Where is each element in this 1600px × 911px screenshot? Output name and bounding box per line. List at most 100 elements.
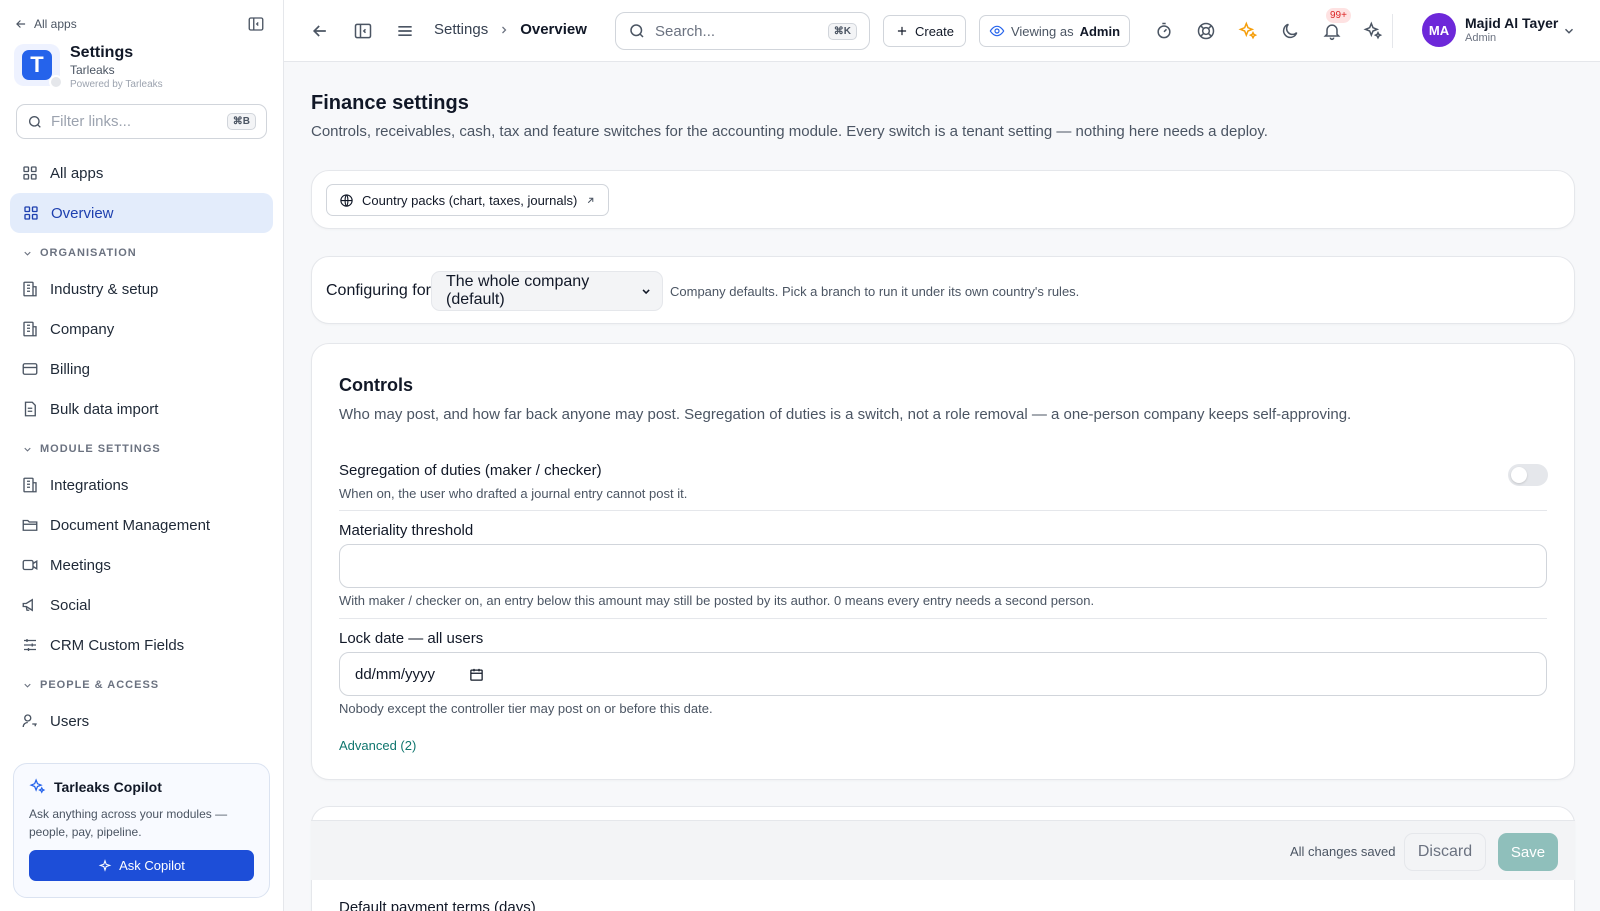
collapse-sidebar-icon[interactable] [247, 15, 265, 33]
brand-logo: T [14, 44, 63, 89]
sidebar: All apps T Settings Tarleaks Powered by … [0, 0, 284, 911]
grid-icon [24, 206, 38, 220]
user-name: Majid Al Tayer [1465, 15, 1559, 31]
discard-button[interactable]: Discard [1404, 833, 1486, 871]
sidebar-item-label: All apps [50, 164, 104, 182]
viewing-as-role: Admin [1079, 23, 1121, 39]
folder-icon [22, 519, 38, 531]
brand-org: Tarleaks [70, 63, 115, 77]
credit-card-icon [22, 363, 38, 375]
filter-placeholder: Filter links... [51, 113, 132, 130]
lock-date-help: Nobody except the controller tier may po… [339, 701, 713, 716]
viewing-as-button[interactable]: Viewing as Admin [979, 15, 1130, 47]
materiality-input[interactable] [339, 544, 1547, 588]
segregation-toggle[interactable] [1508, 464, 1548, 486]
configuring-for-value: The whole company (default) [446, 273, 590, 308]
section-title: MODULE SETTINGS [40, 443, 161, 455]
panel-toggle-icon[interactable] [353, 21, 373, 41]
search-icon [630, 24, 644, 38]
back-arrow-icon[interactable] [310, 21, 330, 41]
sidebar-item-label: Bulk data import [50, 400, 159, 418]
country-packs-card: Country packs (chart, taxes, journals) [311, 170, 1575, 229]
topbar: Settings Overview Search... ⌘K Create Vi… [284, 0, 1600, 62]
advanced-link[interactable]: Advanced (2) [339, 738, 416, 753]
configuring-for-hint: Company defaults. Pick a branch to run i… [670, 284, 1080, 299]
copilot-title: Tarleaks Copilot [54, 778, 162, 795]
sidebar-item-label: Users [50, 712, 90, 730]
sidebar-item-label: Billing [50, 360, 91, 378]
section-module-settings[interactable]: MODULE SETTINGS [0, 433, 283, 465]
sidebar-item-company[interactable]: Company [0, 309, 283, 349]
materiality-label: Materiality threshold [339, 522, 474, 539]
menu-icon[interactable] [395, 21, 415, 41]
sidebar-item-integrations[interactable]: Integrations [0, 465, 283, 505]
section-organisation[interactable]: ORGANISATION [0, 237, 283, 269]
sidebar-item-label: Meetings [50, 556, 111, 574]
lock-date-input[interactable]: dd/mm/yyyy [339, 652, 1547, 696]
sidebar-item-meetings[interactable]: Meetings [0, 545, 283, 585]
search-icon [29, 115, 41, 128]
document-icon [24, 401, 36, 417]
user-info[interactable]: Majid Al Tayer Admin [1465, 15, 1558, 44]
country-packs-link[interactable]: Country packs (chart, taxes, journals) [326, 184, 610, 216]
viewing-as-label: Viewing as [1010, 23, 1074, 39]
controls-card: Controls Who may post, and how far back … [311, 343, 1575, 780]
powered-by: Powered by Tarleaks [70, 79, 163, 90]
sidebar-item-overview[interactable]: Overview [10, 193, 273, 233]
sidebar-item-label: Integrations [50, 476, 129, 494]
section-people-access[interactable]: PEOPLE & ACCESS [0, 669, 283, 701]
divider [339, 510, 1547, 511]
global-search-input[interactable]: Search... ⌘K [615, 12, 870, 50]
moon-icon[interactable] [1280, 21, 1300, 41]
topbar-divider [1392, 14, 1393, 48]
megaphone-icon [22, 598, 33, 612]
user-role: Admin [1465, 32, 1497, 44]
breadcrumb-settings[interactable]: Settings [434, 21, 488, 38]
configuring-for-select[interactable]: The whole company (default) [431, 271, 663, 311]
sparkles-icon[interactable] [1363, 21, 1383, 41]
save-button[interactable]: Save [1498, 833, 1558, 871]
calendar-icon[interactable] [469, 667, 484, 682]
brand-name: Settings [70, 44, 134, 61]
bell-icon[interactable] [1322, 21, 1342, 41]
sparkle-icon [29, 778, 46, 794]
sidebar-item-label: Overview [51, 204, 114, 222]
save-status: All changes saved [1290, 844, 1396, 859]
create-button[interactable]: Create [883, 15, 966, 47]
filter-links-input[interactable]: Filter links... ⌘B [16, 104, 267, 139]
ai-sparkle-icon[interactable] [1238, 21, 1258, 41]
breadcrumb: Settings Overview [434, 21, 587, 38]
back-label: All apps [34, 17, 77, 31]
eye-icon [989, 25, 1005, 37]
sidebar-item-label: Company [50, 320, 115, 338]
search-shortcut: ⌘K [827, 22, 857, 40]
copilot-description: Ask anything across your modules — peopl… [29, 807, 228, 839]
segregation-help: When on, the user who drafted a journal … [339, 486, 688, 501]
chevron-right-icon [502, 26, 507, 33]
controls-description: Who may post, and how far back anyone ma… [339, 406, 1352, 423]
help-lifebuoy-icon[interactable] [1196, 21, 1216, 41]
sidebar-item-billing[interactable]: Billing [0, 349, 283, 389]
grid-icon [23, 166, 37, 180]
ask-copilot-button[interactable]: Ask Copilot [29, 850, 254, 881]
sidebar-item-social[interactable]: Social [0, 585, 283, 625]
chevron-down-icon [24, 447, 31, 452]
building-icon [23, 321, 37, 337]
country-packs-label: Country packs (chart, taxes, journals) [362, 192, 578, 208]
chevron-down-icon[interactable] [1562, 24, 1576, 38]
sliders-icon [24, 639, 36, 651]
external-link-icon [588, 197, 594, 203]
timer-icon[interactable] [1154, 21, 1174, 41]
sidebar-item-all-apps[interactable]: All apps [0, 153, 283, 193]
sidebar-item-document-management[interactable]: Document Management [0, 505, 283, 545]
sidebar-item-label: Social [50, 596, 91, 614]
page-subtitle: Controls, receivables, cash, tax and fea… [311, 123, 1268, 140]
sidebar-item-users[interactable]: Users [0, 701, 283, 741]
sidebar-item-bulk-data-import[interactable]: Bulk data import [0, 389, 283, 429]
avatar[interactable]: MA [1422, 13, 1456, 47]
sidebar-item-crm-custom-fields[interactable]: CRM Custom Fields [0, 625, 283, 665]
arrow-left-icon [16, 20, 26, 28]
sidebar-item-industry-setup[interactable]: Industry & setup [0, 269, 283, 309]
logo-badge-icon [49, 75, 63, 89]
back-to-all-apps-link[interactable]: All apps [14, 17, 77, 31]
